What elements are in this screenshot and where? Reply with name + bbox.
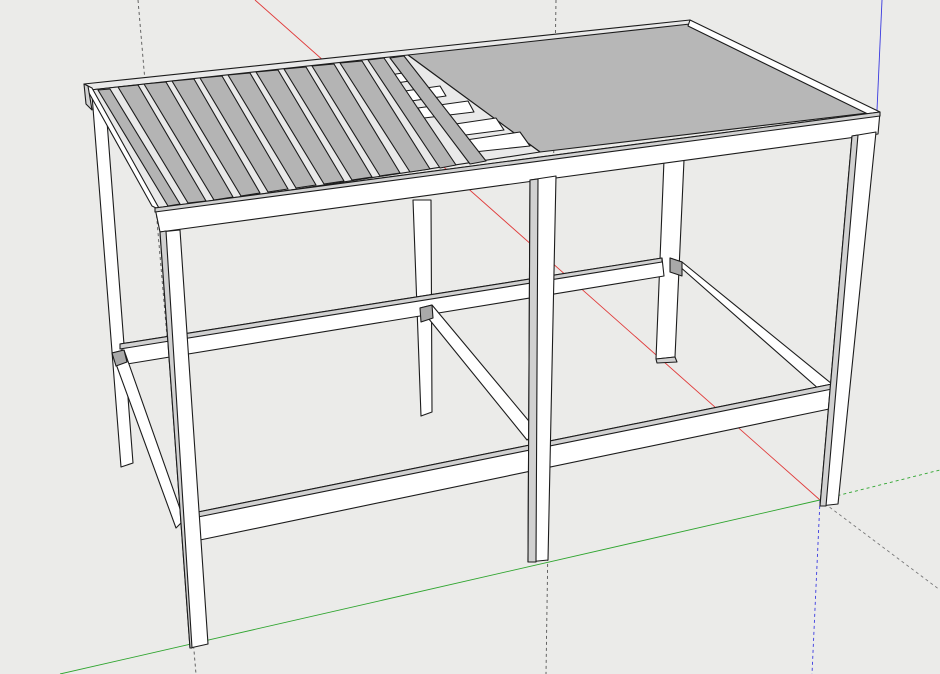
red-axis-guide [819,499,940,591]
tabletop[interactable] [83,19,881,233]
right-side-stretcher[interactable] [669,257,833,391]
blue-axis-line [876,0,883,111]
back-long-stretcher-top [119,257,663,350]
green-axis-line [59,499,821,674]
blue-axis-guide [811,499,821,674]
3d-viewport[interactable] [0,0,940,674]
sketchup-model-canvas[interactable] [0,0,940,674]
middle-cross-rail[interactable] [419,304,539,441]
leg-front-middle-side [527,178,539,563]
